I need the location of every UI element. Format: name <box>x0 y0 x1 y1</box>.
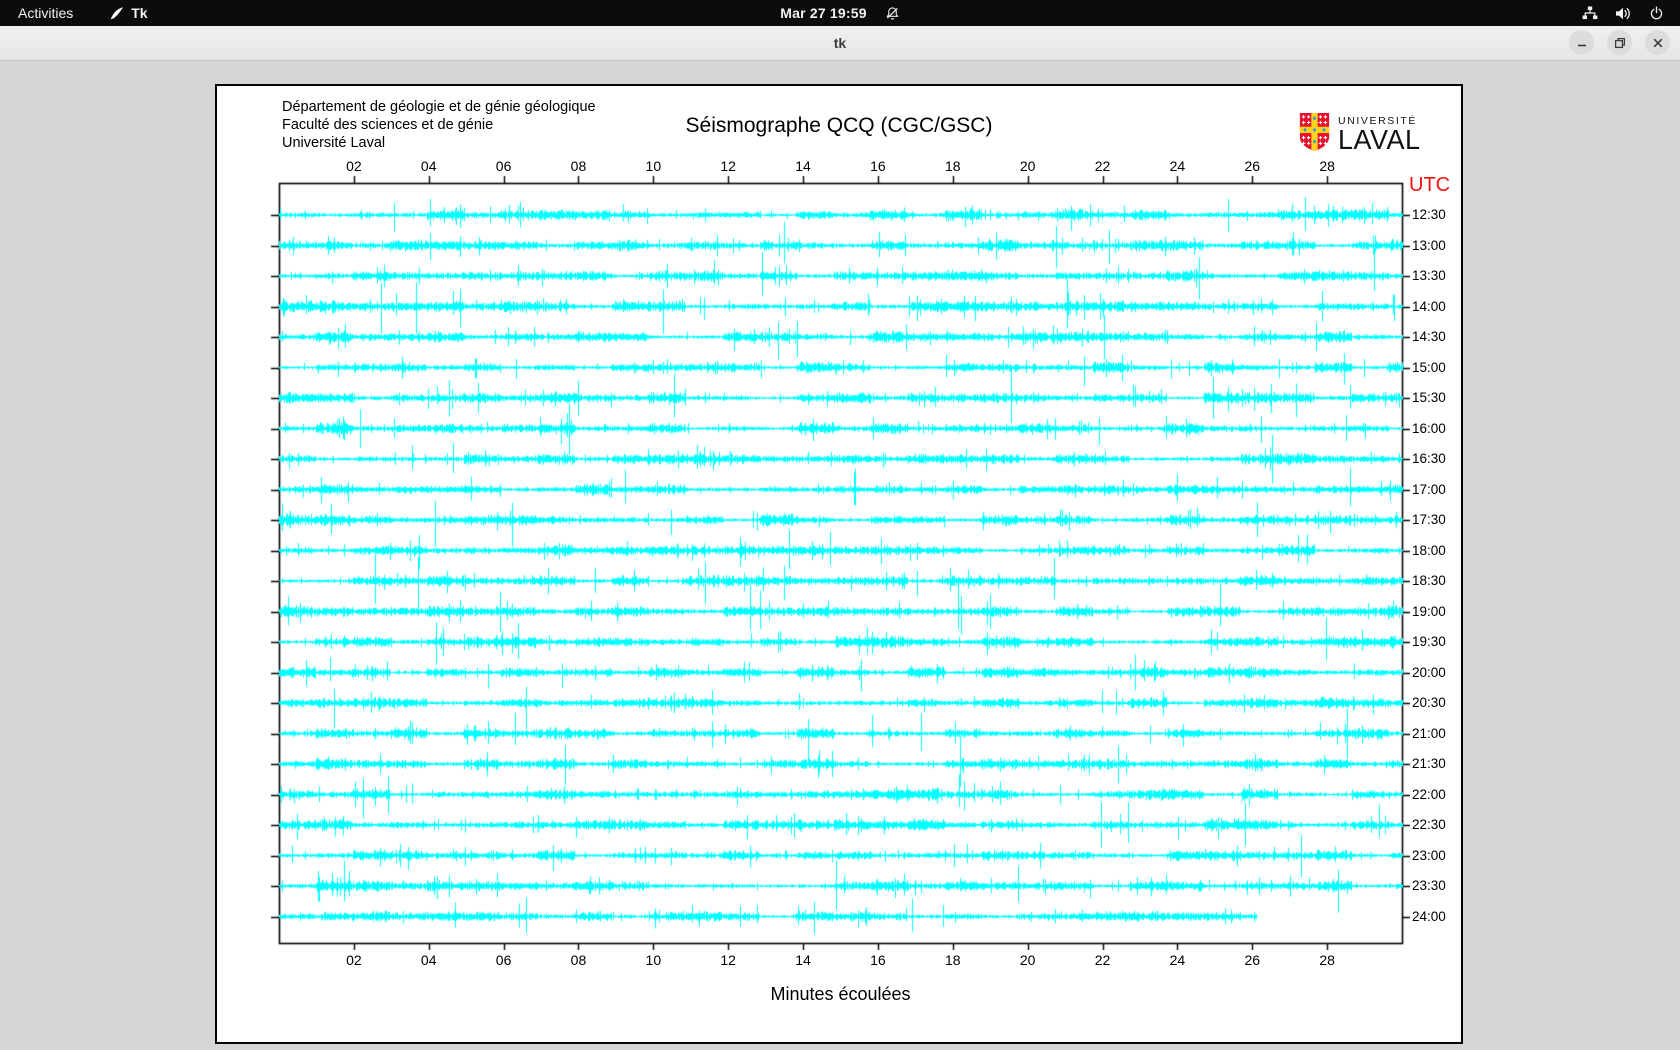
focused-app-menu[interactable]: Tk <box>109 5 148 21</box>
x-axis-title: Minutes écoulées <box>770 984 911 1004</box>
network-wired-icon[interactable] <box>1582 6 1598 21</box>
focused-app-name: Tk <box>131 5 148 21</box>
notifications-muted-icon <box>885 6 900 21</box>
tk-feather-icon <box>109 6 124 21</box>
activities-button[interactable]: Activities <box>14 5 77 21</box>
helicorder-plot <box>217 86 1461 1042</box>
gnome-top-bar: Activities Tk Mar 27 19:59 <box>0 0 1680 26</box>
close-button[interactable] <box>1645 30 1670 55</box>
utc-axis-title: UTC <box>1409 174 1451 196</box>
clock-menu[interactable]: Mar 27 19:59 <box>780 5 866 21</box>
window-title: tk <box>833 35 847 51</box>
power-icon[interactable] <box>1649 5 1664 21</box>
minimize-button[interactable] <box>1569 30 1594 55</box>
window-titlebar[interactable]: tk <box>0 26 1680 61</box>
maximize-button[interactable] <box>1607 30 1632 55</box>
volume-icon[interactable] <box>1615 6 1632 21</box>
tk-window-body: Département de géologie et de génie géol… <box>0 61 1680 1050</box>
seismograph-canvas: Département de géologie et de génie géol… <box>215 84 1463 1044</box>
